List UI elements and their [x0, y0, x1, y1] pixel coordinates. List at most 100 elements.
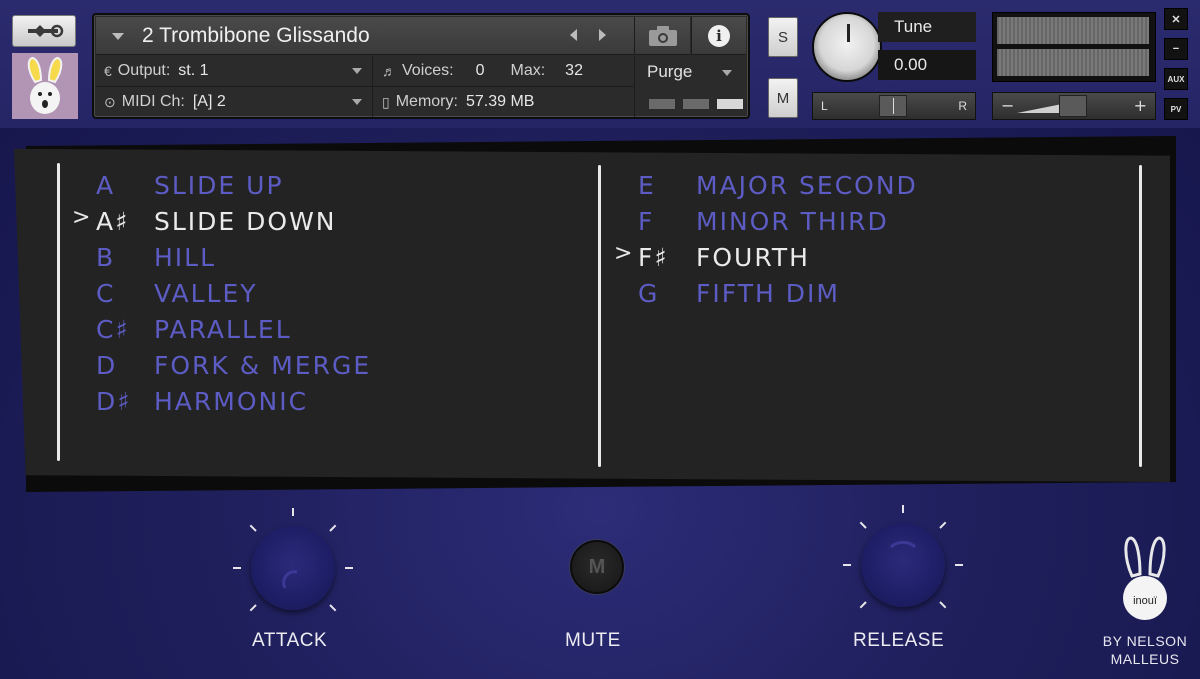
purge-label: Purge: [647, 62, 693, 81]
articulation-item[interactable]: >CVALLEY: [96, 276, 258, 310]
volume-plus-label: +: [1133, 96, 1147, 115]
articulation-item[interactable]: >D♯HARMONIC: [96, 384, 308, 418]
articulation-name: VALLEY: [154, 278, 258, 308]
articulation-key: D♯: [96, 386, 132, 416]
column-divider-right: [1139, 165, 1142, 467]
knob-tick: [843, 564, 851, 566]
pan-slider-thumb[interactable]: [879, 95, 907, 117]
instrument-title: 2 Trombibone Glissando: [142, 24, 370, 47]
midi-channel-selector[interactable]: ⊙ MIDI Ch: [A] 2: [104, 87, 372, 117]
info-button[interactable]: i: [691, 17, 746, 55]
instrument-options-button[interactable]: [12, 15, 76, 47]
output-label: Output:: [117, 62, 171, 79]
purge-bar: [683, 99, 709, 109]
max-voices-value[interactable]: 32: [565, 62, 583, 80]
instrument-title-row[interactable]: 2 Trombibone Glissando: [96, 17, 634, 55]
memory-value: 57.39 MB: [465, 93, 535, 110]
voices-display: ♬ Voices: 0 Max: 32: [382, 56, 632, 86]
knob-tick: [955, 564, 963, 566]
column-divider-middle: [598, 165, 601, 467]
output-selector[interactable]: € Output: st. 1: [104, 56, 372, 86]
articulation-item[interactable]: >DFORK & MERGE: [96, 348, 371, 382]
inoui-bunny-logo: inouï: [1123, 536, 1167, 620]
instrument-stats: € Output: st. 1 ♬ Voices: 0 Max: 32 ⊙ MI…: [96, 56, 634, 117]
info-icon: i: [708, 24, 730, 47]
brand-logo-text: inouï: [1133, 595, 1158, 607]
attack-knob[interactable]: [251, 526, 335, 610]
articulation-name: FIFTH DIM: [696, 278, 840, 308]
minimize-button[interactable]: −: [1164, 38, 1188, 60]
previous-arrow-icon[interactable]: [570, 29, 577, 41]
camera-icon: [648, 25, 677, 46]
solo-button[interactable]: S: [768, 17, 798, 57]
pan-slider[interactable]: L R: [812, 92, 976, 120]
articulation-key: D: [96, 350, 118, 380]
articulation-item[interactable]: > A♯ SLIDE DOWN: [72, 204, 337, 238]
knob-tick: [292, 508, 294, 516]
release-knob-group: [843, 505, 963, 625]
purge-selector[interactable]: Purge: [634, 56, 746, 117]
purge-bar: [717, 99, 743, 109]
articulation-item[interactable]: >ASLIDE UP: [96, 168, 284, 202]
pv-button[interactable]: PV: [1164, 98, 1188, 120]
mute-toggle[interactable]: M: [570, 540, 624, 594]
level-meter: [992, 12, 1156, 82]
articulation-key: C♯: [96, 314, 130, 344]
articulation-item[interactable]: >BHILL: [96, 240, 216, 274]
release-label: RELEASE: [853, 630, 945, 651]
midi-label: MIDI Ch:: [121, 93, 185, 110]
tune-knob[interactable]: [812, 12, 882, 82]
memory-display: ▯ Memory: 57.39 MB: [382, 87, 632, 117]
instrument-info-panel: 2 Trombibone Glissando i € Output: st. 1…: [92, 13, 750, 119]
chevron-down-icon[interactable]: [112, 33, 124, 40]
articulation-item[interactable]: >FMINOR THIRD: [638, 204, 889, 238]
articulation-name: HARMONIC: [154, 386, 309, 416]
articulation-item[interactable]: > F♯ FOURTH: [614, 240, 810, 274]
snapshot-button[interactable]: [634, 17, 690, 55]
articulation-name: MAJOR SECOND: [696, 170, 918, 200]
preset-nav: [570, 29, 606, 41]
purge-bar: [649, 99, 675, 109]
articulation-key: E: [638, 170, 656, 200]
articulation-key: G: [638, 278, 660, 308]
volume-slider[interactable]: − +: [992, 92, 1156, 120]
aux-button[interactable]: AUX: [1164, 68, 1188, 90]
articulation-name: PARALLEL: [154, 314, 292, 344]
memory-label: Memory:: [395, 93, 458, 110]
articulation-item[interactable]: >GFIFTH DIM: [638, 276, 840, 310]
close-button[interactable]: ✕: [1164, 8, 1188, 30]
volume-minus-label: −: [1001, 96, 1015, 115]
voices-icon: ♬: [382, 63, 396, 79]
mute-button[interactable]: M: [768, 78, 798, 118]
level-meter-right: [997, 49, 1149, 76]
articulation-item[interactable]: >EMAJOR SECOND: [638, 168, 918, 202]
knob-tick: [345, 567, 353, 569]
voices-value: 0: [475, 62, 485, 79]
articulation-item[interactable]: >C♯PARALLEL: [96, 312, 292, 346]
articulation-name: FORK & MERGE: [154, 350, 372, 380]
instrument-logo[interactable]: [12, 53, 78, 119]
selection-pointer-icon: >: [72, 205, 93, 230]
articulation-name: MINOR THIRD: [696, 206, 889, 236]
voices-label: Voices:: [402, 62, 454, 79]
articulation-name: FOURTH: [696, 242, 810, 272]
output-value: st. 1: [178, 62, 209, 79]
chevron-down-icon: [352, 68, 362, 74]
max-label: Max:: [510, 62, 546, 79]
articulation-key: C: [96, 278, 116, 308]
wrench-icon: [28, 24, 64, 38]
chevron-down-icon: [352, 99, 362, 105]
knob-indicator-icon: [282, 570, 298, 589]
release-knob[interactable]: [861, 523, 945, 607]
knob-tick: [902, 505, 904, 513]
tune-value[interactable]: 0.00: [878, 50, 976, 80]
next-arrow-icon[interactable]: [599, 29, 606, 41]
articulation-key: A: [96, 170, 116, 200]
chevron-down-icon: [722, 70, 732, 76]
mute-label: MUTE: [565, 630, 621, 651]
articulation-key: F♯: [638, 242, 669, 272]
column-divider-left: [57, 163, 60, 461]
tune-label: Tune: [878, 12, 976, 42]
volume-slider-thumb[interactable]: [1059, 95, 1087, 117]
instrument-header: 2 Trombibone Glissando i € Output: st. 1…: [0, 0, 1200, 128]
